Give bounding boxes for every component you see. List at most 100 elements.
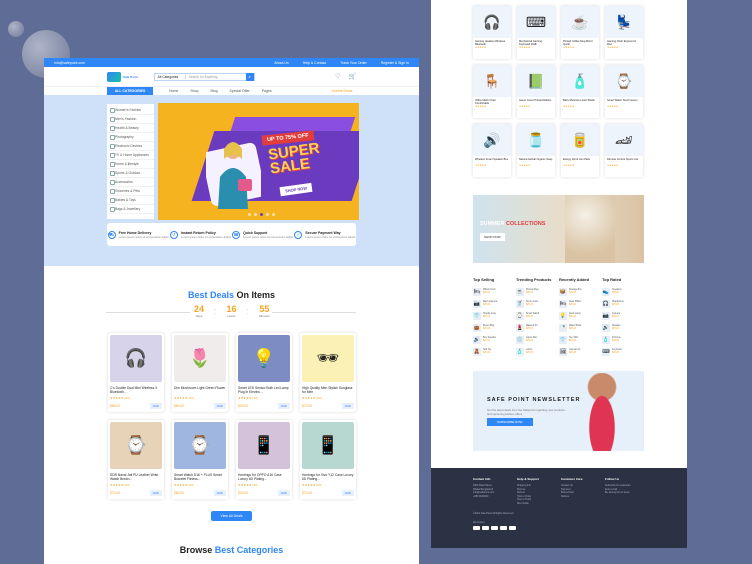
topbar-link-help[interactable]: Help & Contact [303, 61, 327, 65]
mini-product[interactable]: 💄 Makeup Kit $25.00 [516, 322, 559, 334]
product-name[interactable]: Office Mesh Chair Comfortable [473, 97, 511, 105]
mini-product-thumb[interactable]: 💿 [516, 336, 524, 344]
mini-product[interactable]: 💡 Desk Lamp $25.00 [559, 310, 602, 322]
mini-product[interactable]: 📷 Camera $25.00 [602, 310, 645, 322]
mini-product-thumb[interactable]: 🥤 [516, 300, 524, 308]
product-name[interactable]: Smart LED Sensor Bulb Led Lamp Plug In E… [238, 386, 290, 394]
product-name[interactable]: Natural Herbal Organic Soap [517, 156, 555, 164]
mini-product[interactable]: 💿 Game Disc $25.00 [516, 334, 559, 346]
product-card[interactable]: 💡 Smart LED Sensor Bulb Led Lamp Plug In … [236, 333, 292, 412]
view-all-deals-button[interactable]: View All Deals [211, 511, 252, 521]
mini-product-thumb[interactable]: 📷 [602, 312, 610, 320]
mini-product[interactable]: 🛏 Neck Pillow $25.00 [559, 298, 602, 310]
product-image[interactable]: 🪑 [473, 65, 511, 97]
category-item[interactable]: Health & Beauty [107, 124, 154, 133]
nav-hotline-deals[interactable]: Hotline Deals [332, 89, 353, 93]
product-name[interactable]: Wireless Smart Speaker Box [473, 156, 511, 164]
product-card[interactable]: 📗 Game Cover Printed Edition ★★★★★ [517, 65, 555, 118]
search-category-select[interactable]: All Categories [155, 74, 186, 79]
mini-product-thumb[interactable]: 👕 [473, 312, 481, 320]
mini-product-thumb[interactable]: 👜 [473, 324, 481, 332]
product-name[interactable]: Baby Moisture Lotion Bottle [561, 97, 599, 105]
mini-product[interactable]: 🥤 Green Juice $25.00 [516, 298, 559, 310]
product-card[interactable]: 🕶 High Quality Men Stylish Sunglass for M… [300, 333, 356, 412]
product-card[interactable]: 💺 Gaming Chair Ergonomic Red ★★★★★ [605, 6, 643, 59]
nav-special-offer[interactable]: Special Offer [230, 89, 250, 93]
product-image[interactable]: 🧴 [561, 65, 599, 97]
footer-link[interactable]: Notices [561, 495, 601, 499]
mini-product-thumb[interactable]: 👟 [602, 288, 610, 296]
product-name[interactable]: Dim Mushroom Light Green Flower [174, 386, 226, 394]
product-image[interactable]: 🎧 [110, 335, 162, 382]
mini-product-thumb[interactable]: 🧴 [516, 348, 524, 356]
mini-product[interactable]: 👜 Brown Bag $25.00 [473, 322, 516, 334]
summer-shop-now-button[interactable]: SHOP NOW [480, 233, 505, 241]
category-item[interactable]: Accessories [107, 178, 154, 187]
product-card[interactable]: 🎧 Gaming Headset Wireless Bluetooth ★★★★★ [473, 6, 511, 59]
product-card[interactable]: 🌷 Dim Mushroom Light Green Flower ★★★★★ (5… [172, 333, 228, 412]
mini-product[interactable]: 🧸 Soft Toy $25.00 [473, 346, 516, 358]
product-name[interactable]: Smart Watch Touch Green [605, 97, 643, 105]
nav-pages[interactable]: Pages [262, 89, 272, 93]
site-logo[interactable]: Safe Point [107, 71, 138, 82]
mini-product-thumb[interactable]: 🖼 [559, 348, 567, 356]
product-image[interactable]: ⌨ [517, 6, 555, 38]
mini-product-thumb[interactable]: ⌨ [602, 348, 610, 356]
product-image[interactable]: 🕶 [302, 335, 354, 382]
product-name[interactable]: Gaming Headset Wireless Bluetooth [473, 38, 511, 46]
mini-product[interactable]: 🧴 Perfume $25.00 [602, 334, 645, 346]
mini-product[interactable]: 🔊 Box Speaker $25.00 [473, 334, 516, 346]
mini-product[interactable]: 👕 Tee Shirt $25.00 [559, 334, 602, 346]
product-image[interactable]: 📱 [238, 422, 290, 469]
category-item[interactable]: Electronic Devices [107, 142, 154, 151]
mini-product-thumb[interactable]: ☕ [516, 288, 524, 296]
mini-product[interactable]: ⌨ Keyboard $25.00 [602, 346, 645, 358]
cart-icon[interactable]: 🛒 [349, 73, 356, 80]
product-image[interactable]: 💺 [605, 6, 643, 38]
product-image[interactable]: 📗 [517, 65, 555, 97]
product-card[interactable]: 📱 Hontingo for Vivo Y12 Case Luxury 6D Pl… [300, 420, 356, 499]
category-item[interactable]: Babies & Toys [107, 196, 154, 205]
mini-product-thumb[interactable]: 💡 [559, 312, 567, 320]
category-item[interactable]: Sports & Outdoor [107, 169, 154, 178]
mini-product-thumb[interactable]: 🧸 [473, 348, 481, 356]
product-image[interactable]: 🌷 [174, 335, 226, 382]
add-to-cart-button[interactable]: ADD [277, 490, 290, 496]
product-card[interactable]: 🔊 Wireless Smart Speaker Box ★★★★★ [473, 124, 511, 177]
mini-product-thumb[interactable]: 🎧 [602, 300, 610, 308]
nav-blog[interactable]: Blog [211, 89, 218, 93]
mini-product-thumb[interactable]: 💄 [516, 324, 524, 332]
mini-product-thumb[interactable]: ⌚ [516, 312, 524, 320]
product-image[interactable]: 🔊 [473, 124, 511, 156]
add-to-cart-button[interactable]: ADD [341, 490, 354, 496]
category-item[interactable]: Groceries & Pets [107, 187, 154, 196]
footer-link[interactable]: Size Guide [517, 502, 557, 506]
product-card[interactable]: ⌚ Smart Watch Touch Green ★★★★★ [605, 65, 643, 118]
mini-product-thumb[interactable]: 🛏 [473, 288, 481, 296]
mini-product-thumb[interactable]: 📦 [559, 288, 567, 296]
product-image[interactable]: ☕ [561, 6, 599, 38]
product-image[interactable]: 📱 [302, 422, 354, 469]
footer-link[interactable]: +880 0000000 [473, 495, 513, 499]
product-image[interactable]: 🏎 [605, 124, 643, 156]
product-image[interactable]: 🥫 [561, 124, 599, 156]
mini-product-thumb[interactable]: 👕 [559, 336, 567, 344]
product-card[interactable]: ⌚ SDR Naval Jali PU Leather Wrist Watch B… [108, 420, 164, 499]
topbar-link-track[interactable]: Track Your Order [340, 61, 367, 65]
banner-dot[interactable] [248, 213, 251, 216]
mini-product[interactable]: 👕 Hoodie Gray $25.00 [473, 310, 516, 322]
product-card[interactable]: 🫙 Natural Herbal Organic Soap ★★★★★ [517, 124, 555, 177]
hero-banner[interactable]: UP TO 75% OFF SUPER SALE SHOP NOW [158, 103, 359, 220]
product-name[interactable]: Hontingo for Vivo Y12 Case Luxury 6D Pla… [302, 473, 354, 481]
product-card[interactable]: 🪑 Office Mesh Chair Comfortable ★★★★★ [473, 65, 511, 118]
mini-product-thumb[interactable]: 🍼 [559, 324, 567, 332]
mini-product[interactable]: 📦 Storage Box $25.00 [559, 286, 602, 298]
product-name[interactable]: Remote Control Sports Car [605, 156, 643, 164]
footer-link[interactable]: Be among first to know [605, 491, 645, 495]
mini-product-thumb[interactable]: 🧴 [602, 336, 610, 344]
mini-product[interactable]: 🎧 Headphone $25.00 [602, 298, 645, 310]
product-image[interactable]: ⌚ [110, 422, 162, 469]
add-to-cart-button[interactable]: ADD [341, 403, 354, 409]
summer-collection-banner[interactable]: SUMMER COLLECTIONS SHOP NOW [473, 195, 644, 263]
product-name[interactable]: High Quality Men Stylish Sunglass for Me… [302, 386, 354, 394]
